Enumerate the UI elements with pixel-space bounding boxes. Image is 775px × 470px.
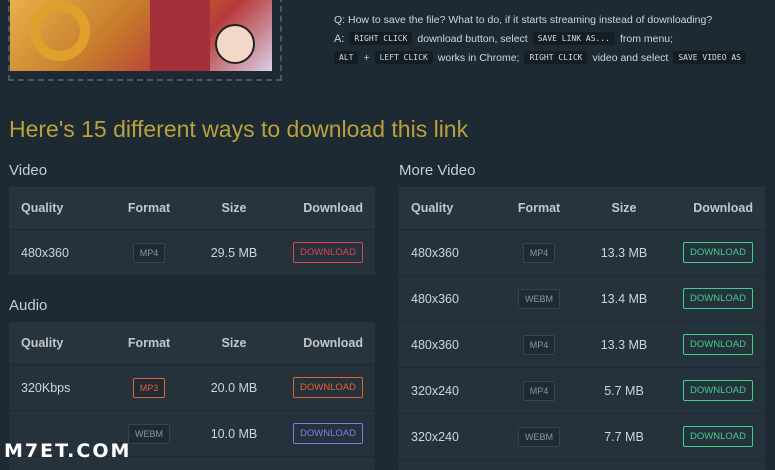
thumbnail-snake-shape xyxy=(30,1,90,61)
video-table: Quality Format Size Download 480x360 MP4… xyxy=(9,187,375,276)
format-badge: WEBM xyxy=(518,426,560,447)
video-thumbnail[interactable] xyxy=(10,0,272,71)
download-button[interactable]: DOWNLOAD xyxy=(683,334,753,355)
qa-question: Q: How to save the file? What to do, if … xyxy=(334,14,713,26)
table-row: 480x360 MP4 13.3 MB DOWNLOAD xyxy=(399,230,765,276)
header-download: Download xyxy=(303,336,363,350)
row-quality: 480x360 xyxy=(411,291,459,306)
table-header: Quality Format Size Download xyxy=(9,187,375,230)
audio-section-title: Audio xyxy=(9,297,48,314)
row-quality: 480x360 xyxy=(21,245,69,260)
qa-answer-line-1: A: RIGHT CLICK download button, select S… xyxy=(334,32,764,45)
header-size: Size xyxy=(611,201,637,215)
header-download: Download xyxy=(303,201,363,215)
download-button[interactable]: DOWNLOAD xyxy=(683,380,753,401)
qa-text-3: works in Chrome; xyxy=(437,51,520,64)
row-quality: 480x360 xyxy=(411,245,459,260)
header-size: Size xyxy=(221,336,247,350)
row-size: 10.0 MB xyxy=(210,426,258,441)
kbd-right-click: RIGHT CLICK xyxy=(349,32,413,45)
download-button[interactable]: DOWNLOAD xyxy=(293,377,363,398)
header-format: Format xyxy=(127,201,171,215)
qa-text-4: video and select xyxy=(592,51,669,64)
header-download: Download xyxy=(693,201,753,215)
format-badge: WEBM xyxy=(518,288,560,309)
video-section-title: Video xyxy=(9,162,48,179)
table-row: 320Kbps MP3 20.0 MB DOWNLOAD xyxy=(9,365,375,411)
more-video-table: Quality Format Size Download 480x360 MP4… xyxy=(399,187,765,470)
qa-text-2: from menu; xyxy=(619,32,674,45)
more-video-section-title: More Video xyxy=(399,162,476,179)
qa-plus: + xyxy=(363,51,370,64)
table-row: 480x360 MP4 29.5 MB DOWNLOAD xyxy=(9,230,375,276)
kbd-save-video-as: SAVE VIDEO AS xyxy=(673,51,746,64)
kbd-right-click-2: RIGHT CLICK xyxy=(524,51,588,64)
format-badge: MP4 xyxy=(522,334,556,355)
qa-answer-line-2: ALT + LEFT CLICK works in Chrome; RIGHT … xyxy=(334,51,764,64)
thumbnail-character-shape xyxy=(215,24,255,64)
header-quality: Quality xyxy=(411,201,454,215)
kbd-alt: ALT xyxy=(334,51,359,64)
header-quality: Quality xyxy=(21,336,64,350)
thumbnail-curtain-shape xyxy=(150,0,210,71)
header-quality: Quality xyxy=(21,201,64,215)
header-format: Format xyxy=(127,336,171,350)
row-size: 20.0 MB xyxy=(210,380,258,395)
format-badge: MP4 xyxy=(132,242,166,263)
row-size: 13.4 MB xyxy=(600,291,648,306)
row-size: 29.5 MB xyxy=(210,245,258,260)
header-format: Format xyxy=(517,201,561,215)
download-button[interactable]: DOWNLOAD xyxy=(293,242,363,263)
row-quality: 320x240 xyxy=(411,383,459,398)
download-button[interactable]: DOWNLOAD xyxy=(683,288,753,309)
site-watermark: M7ET.COM xyxy=(4,440,132,462)
table-row: 320x240 WEBM 7.7 MB DOWNLOAD xyxy=(399,414,765,460)
row-size: 13.3 MB xyxy=(600,337,648,352)
format-badge: MP4 xyxy=(522,380,556,401)
table-row: 480x360 MP4 13.3 MB DOWNLOAD xyxy=(399,322,765,368)
format-badge: MP3 xyxy=(132,377,166,398)
table-row: 320x240 MP4 5.7 MB DOWNLOAD xyxy=(399,368,765,414)
qa-text-1: download button, select xyxy=(417,32,528,45)
format-badge: MP4 xyxy=(522,242,556,263)
table-header: Quality Format Size Download xyxy=(399,187,765,230)
kbd-left-click: LEFT CLICK xyxy=(374,51,433,64)
format-badge: WEBM xyxy=(128,423,170,444)
download-button[interactable]: DOWNLOAD xyxy=(683,426,753,447)
table-row: 480x360 WEBM 13.4 MB DOWNLOAD xyxy=(399,276,765,322)
row-quality: 320Kbps xyxy=(21,380,71,395)
row-size: 5.7 MB xyxy=(604,383,644,398)
download-button[interactable]: DOWNLOAD xyxy=(293,423,363,444)
kbd-save-link-as: SAVE LINK AS... xyxy=(532,32,615,45)
help-qa: Q: How to save the file? What to do, if … xyxy=(334,14,764,70)
download-button[interactable]: DOWNLOAD xyxy=(683,242,753,263)
table-header: Quality Format Size Download xyxy=(9,322,375,365)
row-size: 7.7 MB xyxy=(604,429,644,444)
qa-answer-label: A: xyxy=(334,32,345,45)
page-heading: Here's 15 different ways to download thi… xyxy=(9,116,469,142)
row-quality: 320x240 xyxy=(411,429,459,444)
row-size: 13.3 MB xyxy=(600,245,648,260)
header-size: Size xyxy=(221,201,247,215)
row-quality: 480x360 xyxy=(411,337,459,352)
